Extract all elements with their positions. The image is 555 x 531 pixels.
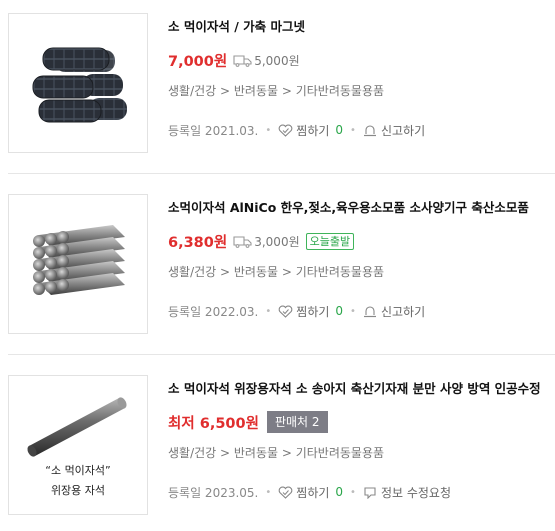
separator-dot: • xyxy=(350,124,356,136)
heart-icon[interactable] xyxy=(278,305,293,318)
separator-dot: • xyxy=(265,486,272,498)
separator-dot: • xyxy=(265,305,272,317)
product-title[interactable]: 소 먹이자석 / 가축 마그넷 xyxy=(168,18,555,36)
wishlist-button[interactable]: 찜하기 xyxy=(296,303,329,320)
seller-count-button[interactable]: 판매처 2 xyxy=(266,411,328,433)
wishlist-count: 0 xyxy=(335,485,344,499)
delivery-truck-icon xyxy=(233,235,252,248)
divider xyxy=(8,354,555,355)
product-item[interactable]: “소 먹이자석” 위장용 자석 소 먹이자석 위장용자석 소 송아지 축산기자재… xyxy=(0,362,555,522)
report-button[interactable]: 신고하기 xyxy=(381,303,425,320)
wishlist-count: 0 xyxy=(335,304,344,318)
info-edit-request-button[interactable]: 정보 수정요청 xyxy=(381,484,451,501)
category-breadcrumb[interactable]: 생활/건강 > 반려동물 > 기타반려동물용품 xyxy=(168,83,555,99)
product-title[interactable]: 소 먹이자석 위장용자석 소 송아지 축산기자재 분만 사양 방역 인공수정 xyxy=(168,380,555,398)
registration-date: 등록일 2023.05. xyxy=(168,485,259,500)
image-caption-line1: “소 먹이자석” xyxy=(45,464,111,477)
registration-date: 등록일 2021.03. xyxy=(168,123,259,138)
wishlist-button[interactable]: 찜하기 xyxy=(296,484,329,501)
separator-dot: • xyxy=(350,486,356,498)
divider xyxy=(8,173,555,174)
siren-icon[interactable] xyxy=(363,305,377,318)
today-shipping-badge: 오늘출발 xyxy=(305,232,355,250)
product-lowest-price: 최저 6,500원 xyxy=(168,415,259,432)
heart-icon[interactable] xyxy=(278,486,293,499)
delivery-truck-icon xyxy=(233,54,252,67)
product-item[interactable]: 소먹이자석 AlNiCo 한우,젖소,육우용소모품 소사양기구 축산소모품 6,… xyxy=(0,181,555,341)
category-breadcrumb[interactable]: 생활/건강 > 반려동물 > 기타반려동물용품 xyxy=(168,264,555,280)
wishlist-count: 0 xyxy=(335,123,344,137)
product-title[interactable]: 소먹이자석 AlNiCo 한우,젖소,육우용소모품 소사양기구 축산소모품 xyxy=(168,199,555,217)
image-caption-line2: 위장용 자석 xyxy=(51,484,105,497)
product-thumbnail[interactable] xyxy=(8,13,148,153)
separator-dot: • xyxy=(265,124,272,136)
product-thumbnail[interactable]: “소 먹이자석” 위장용 자석 xyxy=(8,375,148,515)
product-item[interactable]: 소 먹이자석 / 가축 마그넷 7,000원 5,000원 생활/건강 > 반려… xyxy=(0,0,555,160)
report-button[interactable]: 신고하기 xyxy=(381,122,425,139)
shipping-fee: 5,000원 xyxy=(254,53,300,68)
category-breadcrumb[interactable]: 생활/건강 > 반려동물 > 기타반려동물용품 xyxy=(168,445,555,461)
product-image-wrapped-magnets xyxy=(32,47,127,123)
shipping-fee: 3,000원 xyxy=(254,234,300,249)
separator-dot: • xyxy=(350,305,356,317)
heart-icon[interactable] xyxy=(278,124,293,137)
siren-icon[interactable] xyxy=(363,124,377,137)
wishlist-button[interactable]: 찜하기 xyxy=(296,122,329,139)
edit-request-icon[interactable] xyxy=(363,486,377,499)
product-image-magnet-bundle xyxy=(33,225,125,295)
product-price: 6,380원 xyxy=(168,234,228,251)
product-image-single-magnet: “소 먹이자석” 위장용 자석 xyxy=(27,397,127,497)
registration-date: 등록일 2022.03. xyxy=(168,304,259,319)
product-thumbnail[interactable] xyxy=(8,194,148,334)
product-price: 7,000원 xyxy=(168,53,228,70)
